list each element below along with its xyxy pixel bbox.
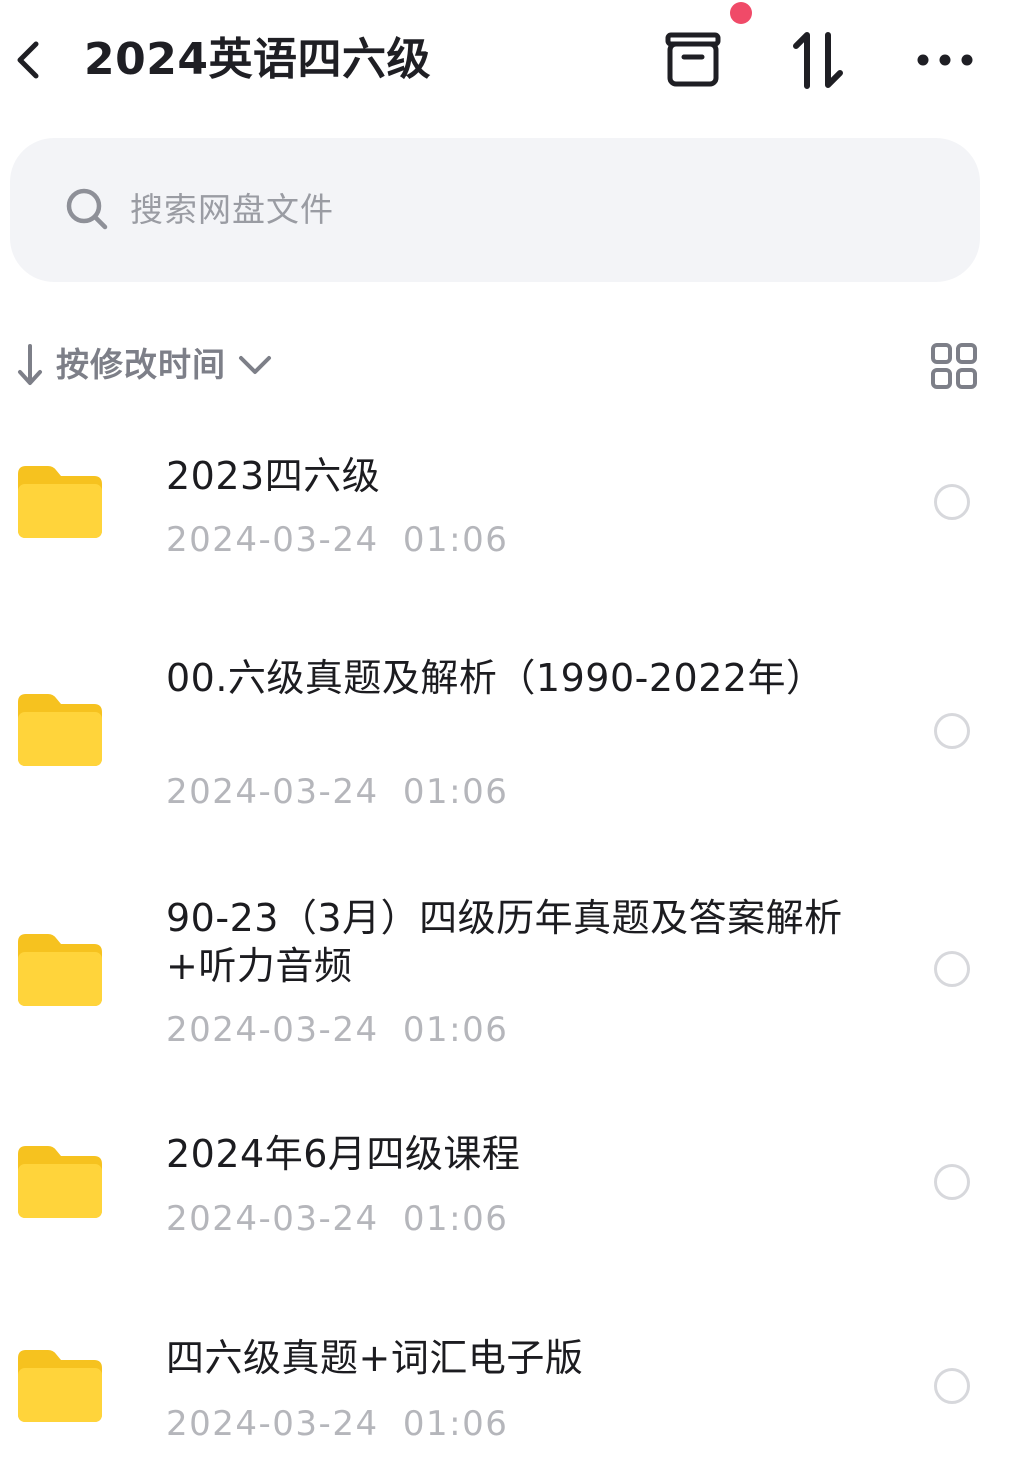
folder-icon [18, 1350, 102, 1422]
file-name: 90-23（3月）四级历年真题及答案解析+听力音频 [166, 896, 843, 988]
select-radio[interactable] [934, 951, 970, 987]
list-item[interactable]: 2024年6月四级课程 2024-03-24 01:06 [0, 1122, 1018, 1262]
file-name: 四六级真题+词汇电子版 [166, 1336, 584, 1380]
search-input[interactable]: 搜索网盘文件 [10, 138, 980, 282]
file-browser-screen: 2024英语四六级 搜索网盘文件 按修改时间 2023四六级 2024-03-2… [0, 0, 1018, 1457]
folder-icon [18, 694, 102, 766]
list-item[interactable]: 00.六级真题及解析（1990-2022年） 2024-03-24 01:06 [0, 650, 1018, 820]
archive-box-icon[interactable] [662, 30, 724, 90]
more-dots-icon[interactable] [915, 48, 975, 72]
folder-icon [18, 934, 102, 1006]
file-name: 2023四六级 [166, 454, 381, 498]
file-date: 2024-03-24 01:06 [166, 772, 509, 812]
page-title: 2024英语四六级 [84, 34, 431, 85]
chevron-down-icon [239, 356, 271, 374]
folder-icon [18, 1146, 102, 1218]
sort-label: 按修改时间 [56, 345, 226, 384]
grid-view-icon[interactable] [930, 342, 978, 390]
list-item[interactable]: 四六级真题+词汇电子版 2024-03-24 01:06 [0, 1326, 1018, 1456]
select-radio[interactable] [934, 713, 970, 749]
chevron-left-icon[interactable] [10, 38, 46, 82]
file-name: 00.六级真题及解析（1990-2022年） [166, 656, 825, 700]
select-radio[interactable] [934, 1164, 970, 1200]
sort-updown-icon[interactable] [790, 30, 846, 90]
search-placeholder: 搜索网盘文件 [130, 190, 334, 229]
select-radio[interactable] [934, 1368, 970, 1404]
file-date: 2024-03-24 01:06 [166, 1404, 509, 1444]
notification-dot [730, 2, 752, 24]
search-icon [66, 188, 108, 230]
file-name: 2024年6月四级课程 [166, 1132, 521, 1176]
list-item[interactable]: 90-23（3月）四级历年真题及答案解析+听力音频 2024-03-24 01:… [0, 890, 1018, 1060]
folder-icon [18, 466, 102, 538]
arrow-down-icon [18, 344, 42, 385]
sort-selector[interactable]: 按修改时间 [14, 338, 274, 392]
file-date: 2024-03-24 01:06 [166, 1199, 509, 1239]
list-item[interactable]: 2023四六级 2024-03-24 01:06 [0, 440, 1018, 580]
file-date: 2024-03-24 01:06 [166, 1010, 509, 1050]
file-date: 2024-03-24 01:06 [166, 520, 509, 560]
select-radio[interactable] [934, 484, 970, 520]
